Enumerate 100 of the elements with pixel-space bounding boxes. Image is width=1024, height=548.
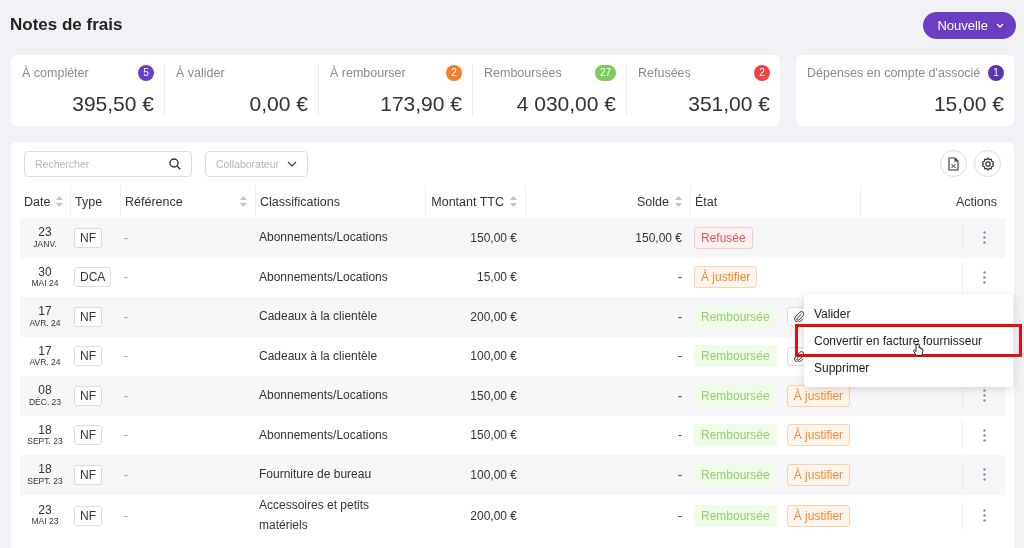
stat-label: Refusées	[638, 66, 691, 80]
table-cell-text: 200,00 €	[469, 508, 518, 523]
chevron-down-icon	[996, 22, 1004, 28]
table-cell-text: Cadeaux à la clientèle	[258, 347, 379, 365]
search-icon[interactable]	[169, 157, 181, 170]
more-options-icon[interactable]	[982, 231, 986, 245]
column-header[interactable]: Classifications	[260, 194, 340, 209]
status-tag: Remboursée	[694, 504, 777, 527]
more-options-icon[interactable]	[982, 270, 986, 284]
status-tag: À justifier	[786, 463, 851, 486]
type-badge: NF	[74, 227, 102, 248]
date-month: SEPT. 23	[27, 476, 63, 486]
type-badge: NF	[74, 306, 102, 327]
count-badge: 1	[988, 65, 1004, 81]
type-badge: NF	[74, 464, 102, 485]
table-cell-text: Accessoires et petits matériels	[258, 497, 371, 534]
sort-icon[interactable]	[675, 196, 682, 207]
stat-label: À compléter	[22, 66, 89, 80]
dropdown-placeholder: Collaborateur	[216, 157, 280, 170]
table-cell-text: Abonnements/Locations	[258, 387, 389, 405]
menu-item[interactable]: Supprimer	[804, 354, 1013, 381]
table-cell-text: -	[123, 508, 129, 523]
table-cell-text: -	[123, 270, 129, 285]
stat-amount: 173,90 €	[379, 92, 462, 116]
status-tag: À justifier	[786, 424, 851, 447]
table-cell-text: 150,00 €	[634, 230, 683, 245]
table-cell-text: Fourniture de bureau	[258, 466, 373, 484]
table-cell-text: -	[123, 309, 129, 324]
date-month: SEPT. 23	[27, 437, 63, 447]
column-header[interactable]: Actions	[956, 194, 997, 209]
column-header[interactable]: État	[695, 194, 718, 209]
column-header[interactable]: Date	[24, 194, 51, 209]
date-day: 23	[38, 226, 52, 240]
sort-icon[interactable]	[240, 196, 247, 207]
table-cell-text: 150,00 €	[469, 230, 518, 245]
table-cell-text: -	[677, 349, 683, 364]
more-options-icon[interactable]	[982, 468, 986, 482]
table-cell-text: -	[677, 270, 683, 285]
column-header[interactable]: Type	[75, 194, 103, 209]
count-badge: 5	[138, 65, 154, 81]
status-tag: Remboursée	[694, 345, 777, 368]
table-cell-text: -	[677, 309, 683, 324]
table-cell-text: -	[677, 388, 683, 403]
type-badge: NF	[74, 505, 102, 526]
date-day: 17	[38, 305, 52, 319]
date-day: 08	[38, 384, 52, 398]
table-cell-text: -	[677, 508, 683, 523]
more-options-icon[interactable]	[982, 509, 986, 522]
status-tag: Remboursée	[694, 384, 777, 407]
table-cell-text: Cadeaux à la clientèle	[258, 308, 379, 326]
chevron-down-icon	[287, 160, 298, 167]
date-day: 23	[38, 504, 52, 518]
sort-icon[interactable]	[56, 196, 64, 207]
page-title: Notes de frais	[10, 15, 123, 35]
stat-label: À rembourser	[330, 66, 406, 80]
status-tag: Remboursée	[694, 305, 777, 328]
menu-item[interactable]: Convertir en facture fournisseur	[798, 327, 1019, 354]
more-options-icon[interactable]	[982, 389, 986, 403]
date-month: MAI 23	[31, 517, 59, 527]
table-cell-text: 15,00 €	[475, 270, 518, 285]
settings-icon	[980, 156, 995, 171]
table-cell-text: -	[123, 467, 129, 482]
stat-amount: 0,00 €	[248, 92, 308, 116]
new-button[interactable]: Nouvelle	[923, 11, 1016, 39]
status-tag: Refusée	[694, 226, 753, 249]
date-day: 18	[38, 424, 52, 438]
column-header[interactable]: Référence	[125, 194, 183, 209]
table-cell-text: 150,00 €	[469, 428, 518, 443]
type-badge: NF	[74, 385, 102, 406]
stat-amount: 4 030,00 €	[515, 92, 616, 116]
table-cell-text: Abonnements/Locations	[258, 268, 389, 286]
status-tag: À justifier	[786, 504, 851, 527]
count-badge: 2	[446, 65, 462, 81]
spreadsheet-file-icon	[948, 156, 959, 171]
table-cell-text: Abonnements/Locations	[258, 229, 389, 247]
table-cell-text: 200,00 €	[469, 309, 518, 324]
date-day: 18	[38, 463, 52, 477]
count-badge: 27	[594, 65, 616, 81]
menu-item[interactable]: Valider	[804, 300, 1013, 327]
stat-label: Dépenses en compte d'associé	[807, 66, 981, 80]
table-cell-text: -	[677, 428, 683, 443]
table-cell-text: 100,00 €	[469, 349, 518, 364]
stat-label: À valider	[176, 66, 225, 80]
type-badge: DCA	[74, 267, 112, 288]
stat-amount: 15,00 €	[932, 92, 1004, 116]
count-badge: 2	[754, 65, 770, 81]
date-month: DÉC. 23	[28, 397, 62, 407]
table-cell-text: 150,00 €	[469, 388, 518, 403]
stat-label: Remboursées	[484, 66, 562, 80]
hand-pointer-icon	[912, 343, 924, 357]
table-cell-text: -	[123, 349, 129, 364]
date-month: MAI 24	[31, 279, 59, 289]
paperclip-icon	[793, 350, 804, 362]
status-tag: Remboursée	[694, 424, 777, 447]
sort-icon[interactable]	[510, 196, 517, 207]
column-header[interactable]: Montant TTC	[431, 194, 504, 209]
more-options-icon[interactable]	[982, 428, 986, 442]
column-header[interactable]: Solde	[637, 194, 669, 209]
table-cell-text: -	[123, 428, 129, 443]
type-badge: NF	[74, 425, 102, 446]
